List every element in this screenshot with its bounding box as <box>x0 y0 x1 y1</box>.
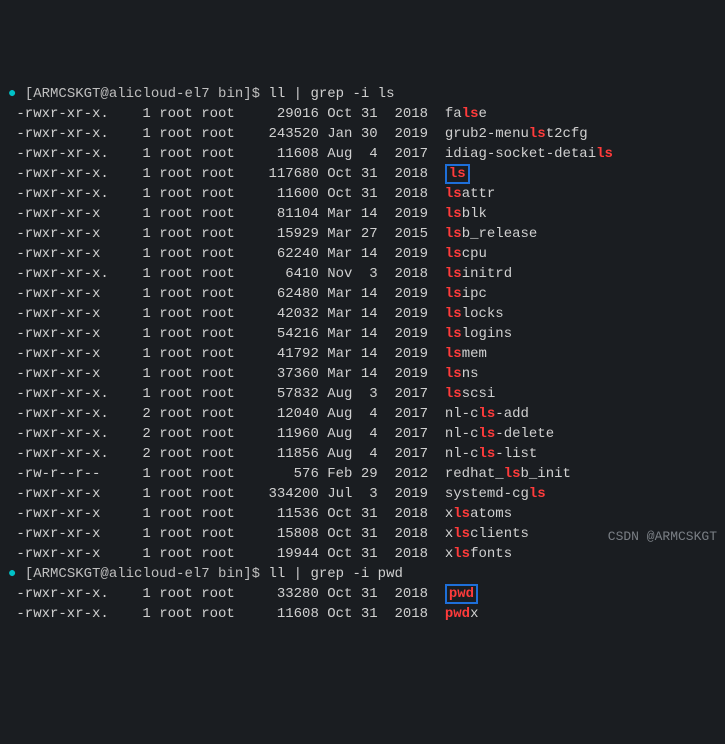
grep-match: ls <box>445 246 462 262</box>
grep-match: ls <box>453 526 470 542</box>
grep-match: ls <box>445 326 462 342</box>
file-row: -rwxr-xr-x. 1 root root 11600 Oct 31 201… <box>8 184 717 204</box>
file-row: -rwxr-xr-x. 1 root root 29016 Oct 31 201… <box>8 104 717 124</box>
prompt-user-host: [ARMCSKGT@alicloud-el7 bin]$ <box>25 86 269 102</box>
grep-match: ls <box>445 186 462 202</box>
prompt-line[interactable]: ● [ARMCSKGT@alicloud-el7 bin]$ ll | grep… <box>8 84 717 104</box>
highlight-box: ls <box>445 164 470 184</box>
grep-match: ls <box>445 266 462 282</box>
grep-match: ls <box>445 206 462 222</box>
file-row: -rwxr-xr-x 1 root root 37360 Mar 14 2019… <box>8 364 717 384</box>
grep-match: ls <box>529 486 546 502</box>
grep-match: ls <box>478 426 495 442</box>
grep-match: ls <box>445 346 462 362</box>
file-row: -rwxr-xr-x 1 root root 42032 Mar 14 2019… <box>8 304 717 324</box>
prompt-line[interactable]: ● [ARMCSKGT@alicloud-el7 bin]$ ll | grep… <box>8 564 717 584</box>
file-row: -rwxr-xr-x 1 root root 41792 Mar 14 2019… <box>8 344 717 364</box>
file-row: -rwxr-xr-x. 1 root root 33280 Oct 31 201… <box>8 584 717 604</box>
highlight-box: pwd <box>445 584 478 604</box>
grep-match: ls <box>445 226 462 242</box>
grep-match: pwd <box>449 586 474 602</box>
grep-match: ls <box>449 166 466 182</box>
grep-match: ls <box>478 406 495 422</box>
grep-match: ls <box>478 446 495 462</box>
grep-match: ls <box>445 286 462 302</box>
grep-match: ls <box>453 546 470 562</box>
file-row: -rwxr-xr-x 1 root root 81104 Mar 14 2019… <box>8 204 717 224</box>
file-row: -rwxr-xr-x. 1 root root 117680 Oct 31 20… <box>8 164 717 184</box>
grep-match: ls <box>445 306 462 322</box>
command-text: ll | grep -i pwd <box>268 566 402 582</box>
file-row: -rwxr-xr-x. 2 root root 11960 Aug 4 2017… <box>8 424 717 444</box>
grep-match: ls <box>504 466 521 482</box>
file-row: -rwxr-xr-x 1 root root 334200 Jul 3 2019… <box>8 484 717 504</box>
file-row: -rwxr-xr-x 1 root root 15929 Mar 27 2015… <box>8 224 717 244</box>
file-row: -rwxr-xr-x. 1 root root 11608 Aug 4 2017… <box>8 144 717 164</box>
prompt-bullet-icon: ● <box>8 566 16 582</box>
file-row: -rwxr-xr-x. 2 root root 12040 Aug 4 2017… <box>8 404 717 424</box>
file-row: -rw-r--r-- 1 root root 576 Feb 29 2012 r… <box>8 464 717 484</box>
file-row: -rwxr-xr-x 1 root root 62480 Mar 14 2019… <box>8 284 717 304</box>
grep-match: ls <box>453 506 470 522</box>
grep-match: pwd <box>445 606 470 622</box>
grep-match: ls <box>529 126 546 142</box>
prompt-user-host: [ARMCSKGT@alicloud-el7 bin]$ <box>25 566 269 582</box>
grep-match: ls <box>596 146 613 162</box>
file-row: -rwxr-xr-x. 2 root root 11856 Aug 4 2017… <box>8 444 717 464</box>
file-row: -rwxr-xr-x 1 root root 19944 Oct 31 2018… <box>8 544 717 564</box>
grep-match: ls <box>462 106 479 122</box>
file-row: -rwxr-xr-x. 1 root root 11608 Oct 31 201… <box>8 604 717 624</box>
watermark: CSDN @ARMCSKGT <box>608 527 717 547</box>
command-text: ll | grep -i ls <box>268 86 394 102</box>
file-row: -rwxr-xr-x 1 root root 11536 Oct 31 2018… <box>8 504 717 524</box>
file-row: -rwxr-xr-x. 1 root root 57832 Aug 3 2017… <box>8 384 717 404</box>
grep-match: ls <box>445 386 462 402</box>
file-row: -rwxr-xr-x. 1 root root 6410 Nov 3 2018 … <box>8 264 717 284</box>
file-row: -rwxr-xr-x. 1 root root 243520 Jan 30 20… <box>8 124 717 144</box>
prompt-bullet-icon: ● <box>8 86 16 102</box>
file-row: -rwxr-xr-x 1 root root 62240 Mar 14 2019… <box>8 244 717 264</box>
grep-match: ls <box>445 366 462 382</box>
file-row: -rwxr-xr-x 1 root root 54216 Mar 14 2019… <box>8 324 717 344</box>
